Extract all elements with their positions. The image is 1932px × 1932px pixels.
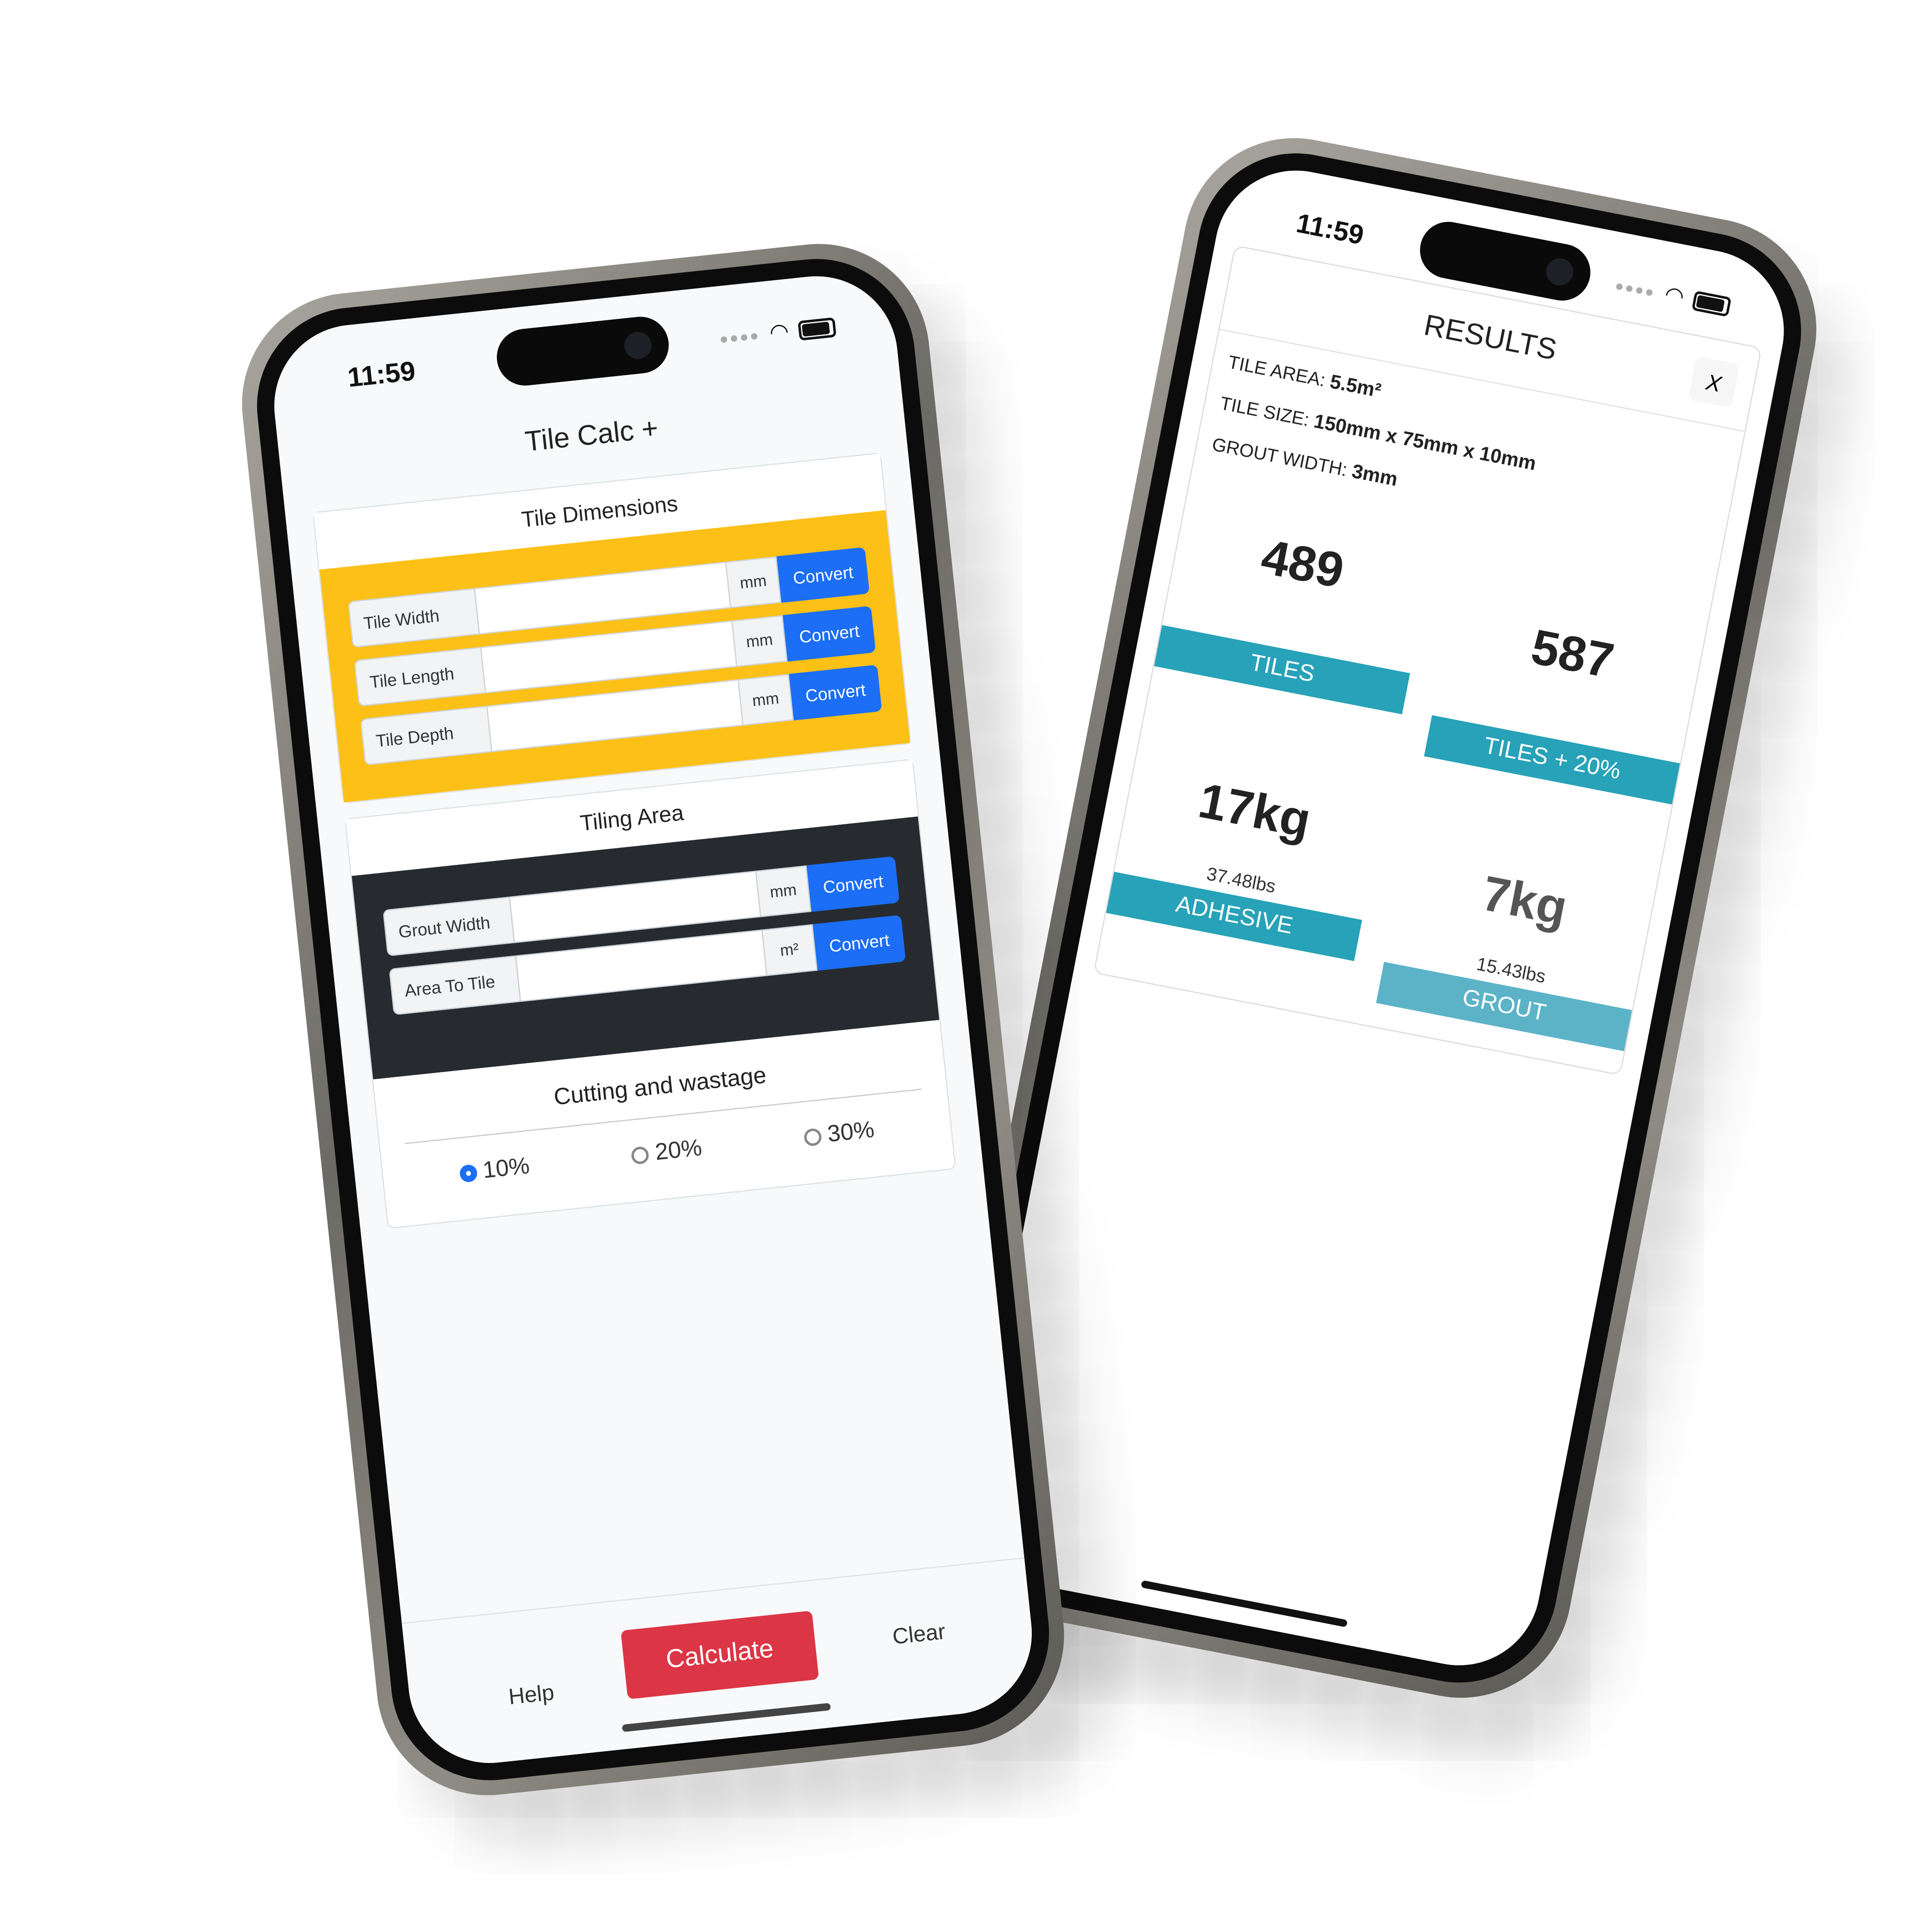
wifi-icon: ◠ (768, 318, 790, 345)
result-label: TILES + 20% (1424, 715, 1680, 805)
wastage-option-30[interactable]: 30% (803, 1117, 876, 1152)
camera-icon (1543, 256, 1576, 288)
bottom-bar: Help Calculate Clear (402, 1557, 1040, 1771)
radio-icon[interactable] (803, 1127, 823, 1147)
grout-width-input[interactable] (510, 870, 762, 943)
results-phone: 11:59 ●●●● ◠ RESULTS X TILE AREA: 5.5m² T… (919, 119, 1836, 1717)
field-label: Grout Width (382, 896, 515, 957)
camera-icon (623, 330, 653, 360)
radio-icon[interactable] (631, 1146, 650, 1165)
tile-dimensions-card: Tile Dimensions Tile Width mm Convert Tile… (312, 452, 912, 804)
radio-selected-icon[interactable] (458, 1164, 478, 1183)
result-value: 587 (1527, 620, 1618, 689)
result-card-tiles-plus: 587 TILES + 20% (1424, 575, 1707, 805)
phone-bezel: 11:59 ●●●● ◠ RESULTS X TILE AREA: 5.5m² T… (937, 136, 1818, 1700)
convert-button[interactable]: Convert (813, 915, 906, 971)
unit-label: mm (756, 865, 812, 917)
unit-label: mm (726, 556, 782, 608)
results-modal: RESULTS X TILE AREA: 5.5m² TILE SIZE: 15… (1093, 245, 1762, 1076)
wastage-option-20[interactable]: 20% (631, 1135, 703, 1170)
home-indicator (1140, 1580, 1348, 1627)
result-label: TILES (1154, 625, 1410, 715)
status-time: 11:59 (346, 355, 417, 393)
field-label: Tile Width (347, 588, 480, 648)
info-value: 5.5m² (1328, 372, 1383, 402)
result-card-adhesive: 17kg 37.48lbs ADHESIVE (1106, 732, 1389, 962)
status-time: 11:59 (1294, 207, 1367, 251)
result-card-tiles: 489 TILES (1154, 485, 1437, 715)
results-grid: 489 TILES 587 TILES + 20% 17kg 37.48lbs ADHE… (1099, 473, 1717, 1051)
tiling-area-card: Tiling Area Grout Width mm Convert Area To… (344, 758, 957, 1229)
info-value: 3mm (1350, 461, 1399, 491)
home-indicator (622, 1703, 831, 1732)
unit-label: mm (738, 674, 794, 726)
info-label: TILE SIZE: (1218, 393, 1311, 431)
calculator-phone: 11:59 ●●●● ◠ Tile Calc + Tile Dimensions … (231, 233, 1075, 1806)
option-label: 30% (826, 1117, 876, 1148)
tile-width-input[interactable] (475, 561, 731, 635)
result-value: 17kg (1194, 774, 1315, 849)
wifi-icon: ◠ (1662, 281, 1686, 309)
info-label: TILE AREA: (1226, 352, 1327, 392)
tile-depth-input[interactable] (487, 679, 744, 752)
wastage-option-10[interactable]: 10% (458, 1153, 531, 1188)
unit-label: mm (732, 615, 788, 667)
phone-bezel: 11:59 ●●●● ◠ Tile Calc + Tile Dimensions … (247, 249, 1059, 1790)
results-title-text: RESULTS (1421, 309, 1559, 367)
field-label: Area To Tile (389, 955, 521, 1016)
dynamic-island (494, 314, 672, 389)
option-label: 10% (481, 1153, 531, 1184)
result-card-grout: 7kg 15.43lbs GROUT (1376, 822, 1659, 1051)
convert-button[interactable]: Convert (776, 547, 870, 603)
cellular-dots-icon: ●●●● (1614, 276, 1657, 301)
calculate-button[interactable]: Calculate (620, 1610, 819, 1699)
area-to-tile-input[interactable] (516, 929, 767, 1002)
convert-button[interactable]: Convert (783, 606, 876, 662)
option-label: 20% (654, 1135, 703, 1166)
unit-label: m² (762, 924, 818, 976)
results-screen: 11:59 ●●●● ◠ RESULTS X TILE AREA: 5.5m² T… (957, 157, 1798, 1679)
battery-icon (1691, 290, 1732, 317)
clear-link[interactable]: Clear (891, 1619, 947, 1650)
result-value: 7kg (1478, 866, 1572, 936)
convert-button[interactable]: Convert (789, 665, 882, 720)
tile-length-input[interactable] (481, 620, 737, 694)
cellular-dots-icon: ●●●● (718, 326, 761, 347)
stage: 11:59 ●●●● ◠ RESULTS X TILE AREA: 5.5m² T… (0, 0, 1932, 1932)
field-label: Tile Length (354, 647, 487, 707)
field-label: Tile Depth (360, 705, 492, 766)
calculator-screen: 11:59 ●●●● ◠ Tile Calc + Tile Dimensions … (266, 268, 1040, 1771)
help-link[interactable]: Help (507, 1680, 555, 1710)
battery-icon (797, 317, 837, 340)
close-button[interactable]: X (1688, 356, 1740, 408)
convert-button[interactable]: Convert (806, 856, 900, 912)
